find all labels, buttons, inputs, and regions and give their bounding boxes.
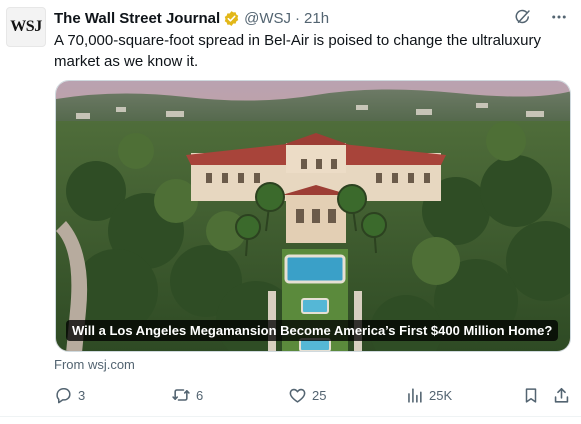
repost-icon	[171, 385, 191, 405]
card-image	[56, 81, 570, 351]
bookmark-icon	[522, 386, 540, 405]
link-card[interactable]: Will a Los Angeles Megamansion Become Am…	[55, 80, 571, 352]
tweet[interactable]: WSJ The Wall Street Journal @WSJ · 21h A…	[0, 0, 581, 424]
share-icon	[552, 386, 571, 405]
more-options-icon[interactable]	[549, 7, 569, 27]
like-count: 25	[312, 387, 327, 403]
grok-icon[interactable]	[513, 7, 533, 27]
like-button[interactable]: 25	[288, 383, 326, 407]
tweet-header: The Wall Street Journal @WSJ · 21h	[54, 8, 329, 28]
analytics-icon	[405, 386, 424, 405]
header-actions	[513, 7, 569, 27]
avatar[interactable]: WSJ	[6, 7, 46, 47]
card-source-link[interactable]: From wsj.com	[54, 357, 135, 372]
share-button[interactable]	[552, 383, 571, 407]
repost-button[interactable]: 6	[171, 383, 203, 407]
account-name[interactable]: The Wall Street Journal	[54, 10, 220, 27]
header-separator: ·	[295, 9, 301, 27]
bookmark-button[interactable]	[522, 383, 540, 407]
verified-badge-icon[interactable]	[223, 10, 240, 27]
tweet-text: A 70,000-square-foot spread in Bel-Air i…	[54, 32, 541, 70]
reply-count: 3	[78, 387, 86, 403]
avatar-logo-text: WSJ	[10, 18, 42, 35]
repost-count: 6	[196, 387, 204, 403]
reply-button[interactable]: 3	[54, 383, 85, 407]
heart-icon	[288, 386, 307, 405]
action-bar: 3 6 25 25K	[0, 383, 581, 407]
card-headline: Will a Los Angeles Megamansion Become Am…	[66, 320, 559, 341]
account-handle[interactable]: @WSJ	[244, 10, 291, 27]
reply-icon	[54, 386, 73, 405]
view-count: 25K	[429, 387, 453, 403]
tweet-divider	[0, 416, 581, 417]
post-time[interactable]: 21h	[304, 10, 329, 27]
views-button[interactable]: 25K	[405, 383, 452, 407]
